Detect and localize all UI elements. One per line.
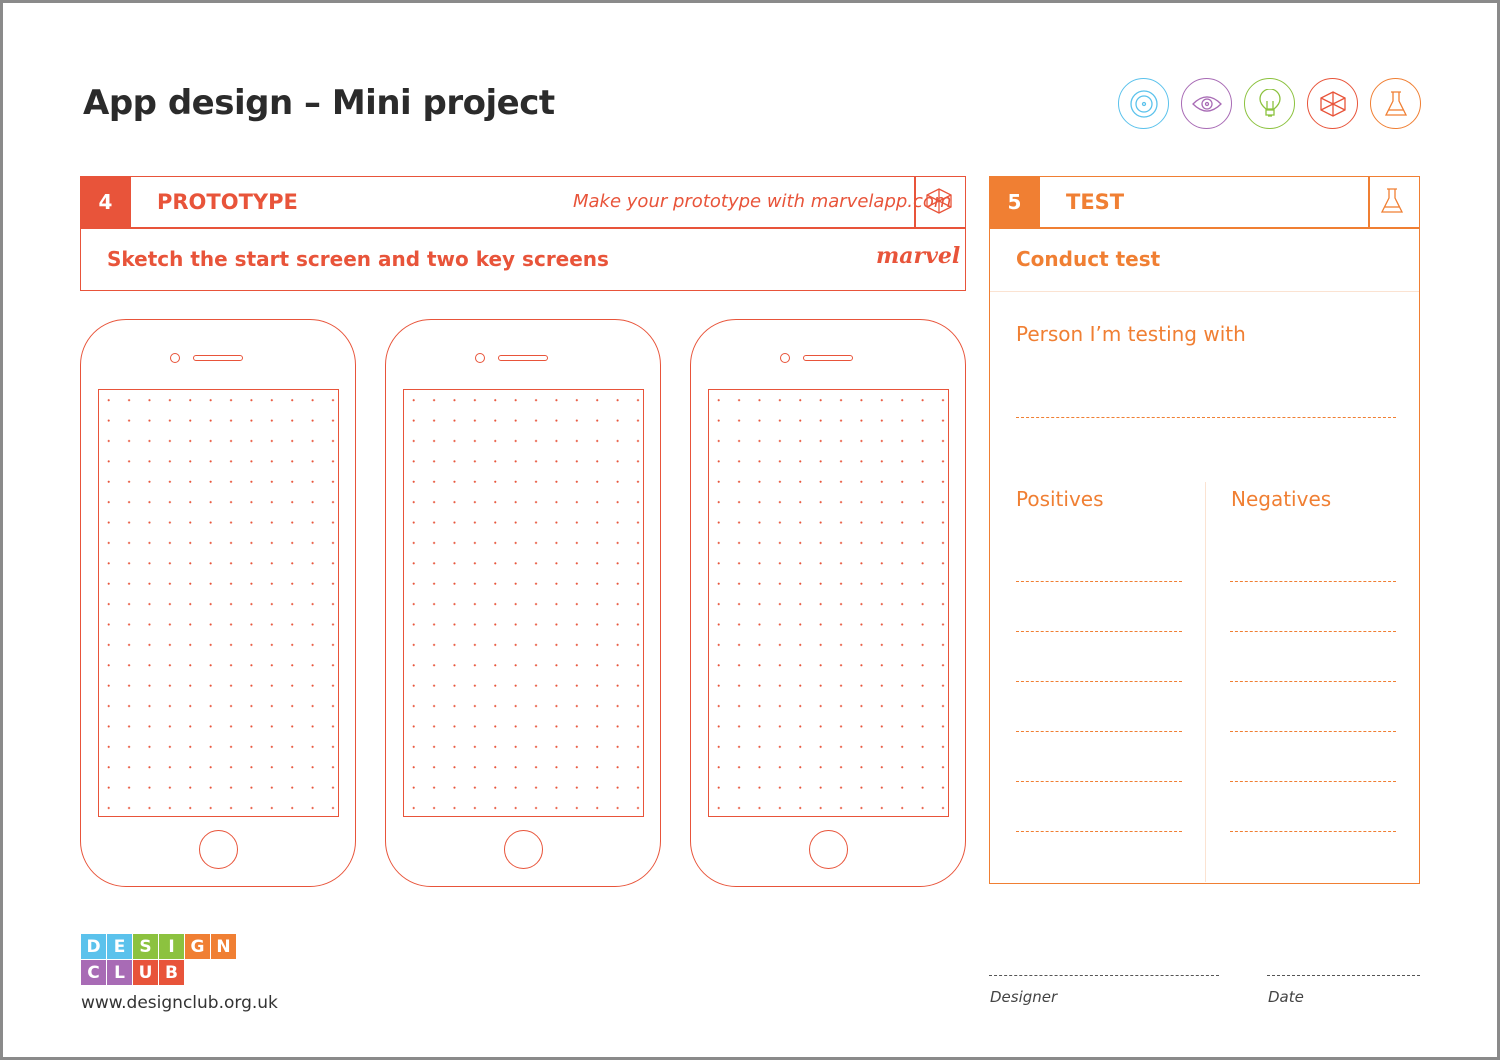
divider bbox=[80, 227, 966, 229]
flask-icon bbox=[1380, 187, 1404, 219]
design-club-logo: D E S I G N C L U B bbox=[81, 934, 236, 985]
home-button-icon bbox=[199, 830, 238, 869]
phone-sketch-1 bbox=[80, 319, 356, 887]
negatives-label: Negatives bbox=[1231, 487, 1332, 511]
dot-grid-screen[interactable] bbox=[403, 389, 644, 817]
speaker-icon bbox=[193, 355, 243, 361]
person-label: Person I’m testing with bbox=[1016, 322, 1246, 346]
date-line[interactable] bbox=[1267, 975, 1420, 976]
positives-lines[interactable] bbox=[1016, 581, 1182, 832]
page-title: App design – Mini project bbox=[83, 83, 555, 123]
speaker-icon bbox=[803, 355, 853, 361]
home-button-icon bbox=[504, 830, 543, 869]
camera-icon bbox=[475, 353, 485, 363]
person-input-line[interactable] bbox=[1016, 417, 1396, 418]
test-panel: 5 TEST Conduct test Person I’m testing w… bbox=[989, 176, 1420, 884]
step-number: 4 bbox=[80, 176, 131, 227]
website-link[interactable]: www.designclub.org.uk bbox=[81, 993, 278, 1013]
lightbulb-icon bbox=[1244, 78, 1295, 129]
marvel-logo: marvel bbox=[876, 243, 961, 269]
target-icon bbox=[1118, 78, 1169, 129]
cube-icon bbox=[925, 187, 953, 219]
step-number: 5 bbox=[989, 176, 1040, 227]
test-subheading: Conduct test bbox=[1016, 247, 1161, 271]
divider bbox=[1368, 176, 1370, 227]
prototype-heading: PROTOTYPE bbox=[157, 190, 298, 214]
camera-icon bbox=[780, 353, 790, 363]
test-heading: TEST bbox=[1066, 190, 1125, 214]
prototype-hint: Make your prototype with marvelapp.com bbox=[573, 191, 952, 212]
positives-label: Positives bbox=[1016, 487, 1104, 511]
prototype-instruction: Sketch the start screen and two key scre… bbox=[107, 247, 609, 271]
designer-label: Designer bbox=[990, 988, 1058, 1006]
divider bbox=[1205, 482, 1206, 882]
date-label: Date bbox=[1268, 988, 1304, 1006]
worksheet-page: App design – Mini project 4 PROTOTYPE Ma… bbox=[3, 3, 1497, 1057]
prototype-panel: 4 PROTOTYPE Make your prototype with mar… bbox=[80, 176, 966, 291]
home-button-icon bbox=[809, 830, 848, 869]
flask-icon bbox=[1370, 78, 1421, 129]
speaker-icon bbox=[498, 355, 548, 361]
cube-icon bbox=[1307, 78, 1358, 129]
dot-grid-screen[interactable] bbox=[98, 389, 339, 817]
divider bbox=[989, 227, 1420, 229]
designer-line[interactable] bbox=[989, 975, 1219, 976]
divider bbox=[990, 291, 1419, 292]
camera-icon bbox=[170, 353, 180, 363]
divider bbox=[914, 176, 916, 227]
negatives-lines[interactable] bbox=[1230, 581, 1396, 832]
dot-grid-screen[interactable] bbox=[708, 389, 949, 817]
eye-icon bbox=[1181, 78, 1232, 129]
phone-sketch-2 bbox=[385, 319, 661, 887]
phone-sketch-3 bbox=[690, 319, 966, 887]
